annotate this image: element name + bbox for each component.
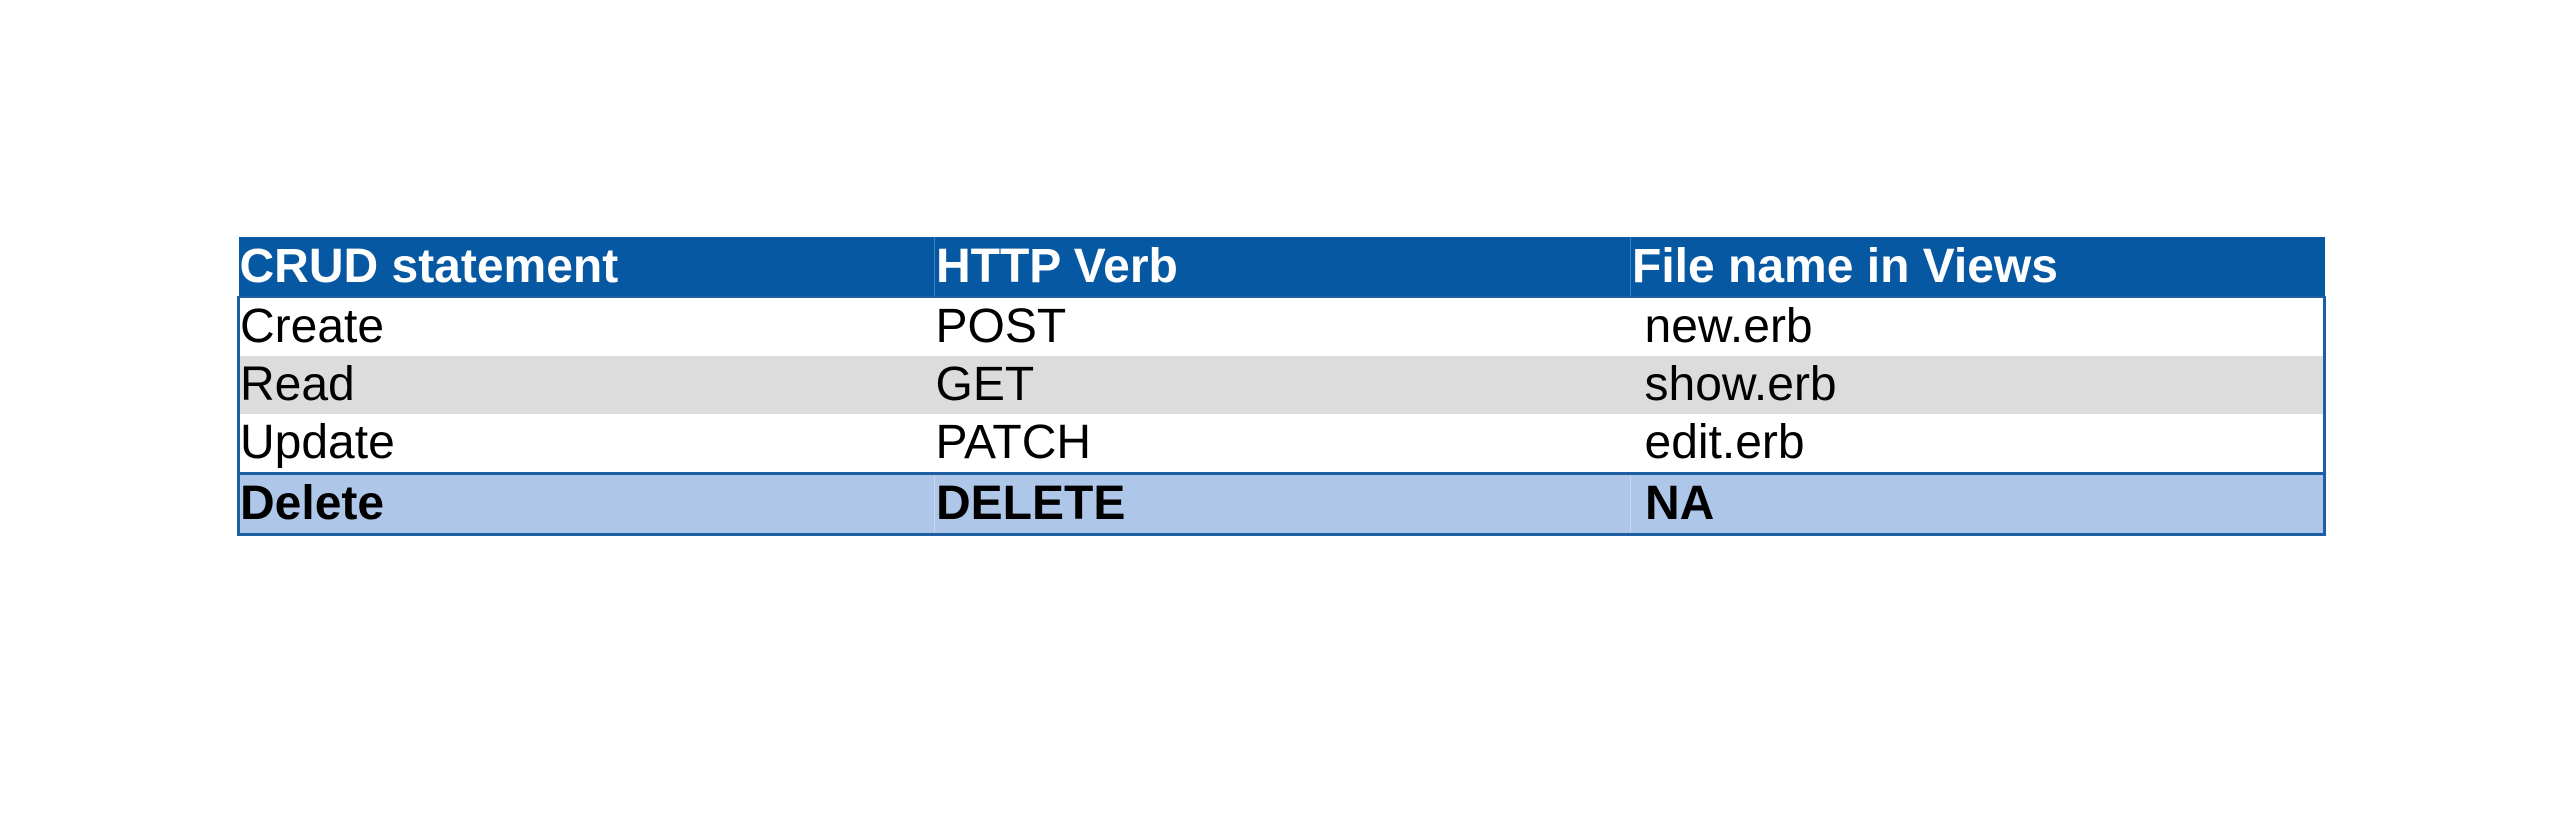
table-row: Update PATCH edit.erb <box>237 414 2326 474</box>
table-row: Read GET show.erb <box>237 356 2326 414</box>
table-body: Create POST new.erb Read GET show.erb Up… <box>237 296 2326 536</box>
total-row: Delete DELETE NA <box>237 472 2326 536</box>
cell-verb: PATCH <box>934 414 1631 474</box>
cell-verb: POST <box>934 296 1631 356</box>
cell-file-total: NA <box>1630 472 2326 536</box>
cell-verb: GET <box>934 356 1631 414</box>
header-http-verb: HTTP Verb <box>934 237 1631 297</box>
cell-crud: Read <box>237 356 935 414</box>
cell-verb-total: DELETE <box>934 472 1631 536</box>
cell-file: new.erb <box>1630 296 2326 356</box>
cell-crud: Update <box>237 414 935 474</box>
crud-table-container: CRUD statement HTTP Verb File name in Vi… <box>237 237 2326 536</box>
header-crud-statement: CRUD statement <box>238 237 935 297</box>
cell-file: show.erb <box>1630 356 2326 414</box>
cell-crud: Create <box>237 296 935 356</box>
cell-crud-total: Delete <box>237 472 935 536</box>
table-row: Create POST new.erb <box>237 296 2326 356</box>
crud-table: CRUD statement HTTP Verb File name in Vi… <box>237 237 2326 536</box>
header-row: CRUD statement HTTP Verb File name in Vi… <box>238 237 2325 297</box>
header-file-name: File name in Views <box>1630 237 2325 297</box>
cell-file: edit.erb <box>1630 414 2326 474</box>
table-header: CRUD statement HTTP Verb File name in Vi… <box>238 237 2325 297</box>
